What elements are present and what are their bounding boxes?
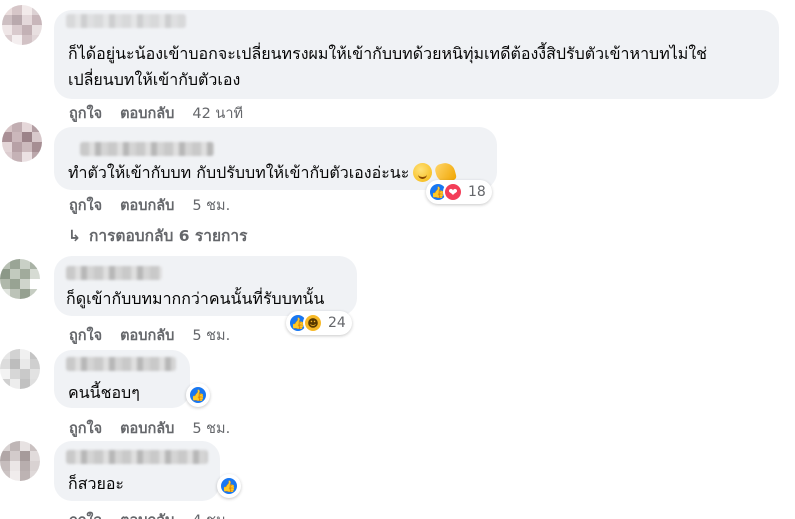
like-link[interactable]: ถูกใจ [69,509,102,519]
timestamp[interactable]: 5 ชม. [192,417,230,440]
comment-text: ก็ดูเข้ากับบทมากกว่าคนนั้นที่รับบทนั้น [66,289,325,308]
reaction-summary[interactable]: 👍 ☻ 24 [286,311,352,335]
reply-link[interactable]: ตอบกลับ [120,194,174,217]
comment-actions: ถูกใจ ตอบกลับ 5 ชม. [69,324,230,347]
reaction-summary[interactable]: 👍 [186,383,210,407]
comment-actions: ถูกใจ ตอบกลับ 5 ชม. [69,194,230,217]
reaction-count: 18 [468,184,486,200]
comment-text-line: ก็ได้อยู่นะน้องเข้าบอกจะเปลี่ยนทรงผมให้เ… [68,44,708,63]
reply-arrow-icon: ↳ [68,226,81,245]
view-replies-link[interactable]: ↳ การตอบกลับ 6 รายการ [68,223,247,248]
reply-link[interactable]: ตอบกลับ [120,509,174,519]
haha-reaction-icon: ☻ [303,313,323,333]
avatar[interactable] [0,349,40,389]
commenter-name[interactable] [66,450,208,464]
commenter-name[interactable] [66,266,162,280]
commenter-name[interactable] [66,14,186,28]
love-reaction-icon: ❤ [443,182,463,202]
comment-bubble: คนนี้ชอบๆ [54,350,190,408]
avatar[interactable] [2,122,42,162]
like-link[interactable]: ถูกใจ [69,102,102,125]
comment-text: ก็สวยอะ [68,474,125,493]
reaction-count: 24 [328,315,346,331]
comment-bubble: ทำตัวให้เข้ากับบท กับปรับบทให้เข้ากับตัว… [54,127,497,190]
comment-text: ทำตัวให้เข้ากับบท กับปรับบทให้เข้ากับตัว… [68,160,458,185]
comment-actions: ถูกใจ ตอบกลับ 5 ชม. [69,417,230,440]
avatar[interactable] [0,441,40,481]
comment-bubble: ก็ได้อยู่นะน้องเข้าบอกจะเปลี่ยนทรงผมให้เ… [54,10,779,99]
reply-link[interactable]: ตอบกลับ [120,324,174,347]
timestamp[interactable]: 42 นาที [192,102,243,125]
view-replies-label: การตอบกลับ 6 รายการ [89,227,248,245]
like-link[interactable]: ถูกใจ [69,324,102,347]
avatar[interactable] [2,5,42,45]
winking-face-emoji-icon [413,163,433,182]
comment-text: คนนี้ชอบๆ [68,383,140,402]
reaction-summary[interactable]: 👍 [217,474,241,498]
timestamp[interactable]: 5 ชม. [192,324,230,347]
commenter-name[interactable] [80,142,214,156]
reaction-summary[interactable]: 👍 ❤ 18 [426,180,492,204]
like-link[interactable]: ถูกใจ [69,417,102,440]
timestamp[interactable]: 4 ชม. [192,509,230,519]
comment-text-line: เปลี่ยนบทให้เข้ากับตัวเอง [68,70,241,89]
timestamp[interactable]: 5 ชม. [192,194,230,217]
like-reaction-icon: 👍 [188,385,208,405]
comment-bubble: ก็สวยอะ [54,441,220,501]
comment-text-body: ทำตัวให้เข้ากับบท กับปรับบทให้เข้ากับตัว… [68,163,410,182]
comment-bubble: ก็ดูเข้ากับบทมากกว่าคนนั้นที่รับบทนั้น [54,256,357,316]
comment-actions: ถูกใจ ตอบกลับ 4 ชม. [69,509,230,519]
like-link[interactable]: ถูกใจ [69,194,102,217]
reply-link[interactable]: ตอบกลับ [120,417,174,440]
like-reaction-icon: 👍 [219,476,239,496]
commenter-name[interactable] [66,357,176,371]
reply-link[interactable]: ตอบกลับ [120,102,174,125]
comment-actions: ถูกใจ ตอบกลับ 42 นาที [69,102,243,125]
avatar[interactable] [0,259,40,299]
